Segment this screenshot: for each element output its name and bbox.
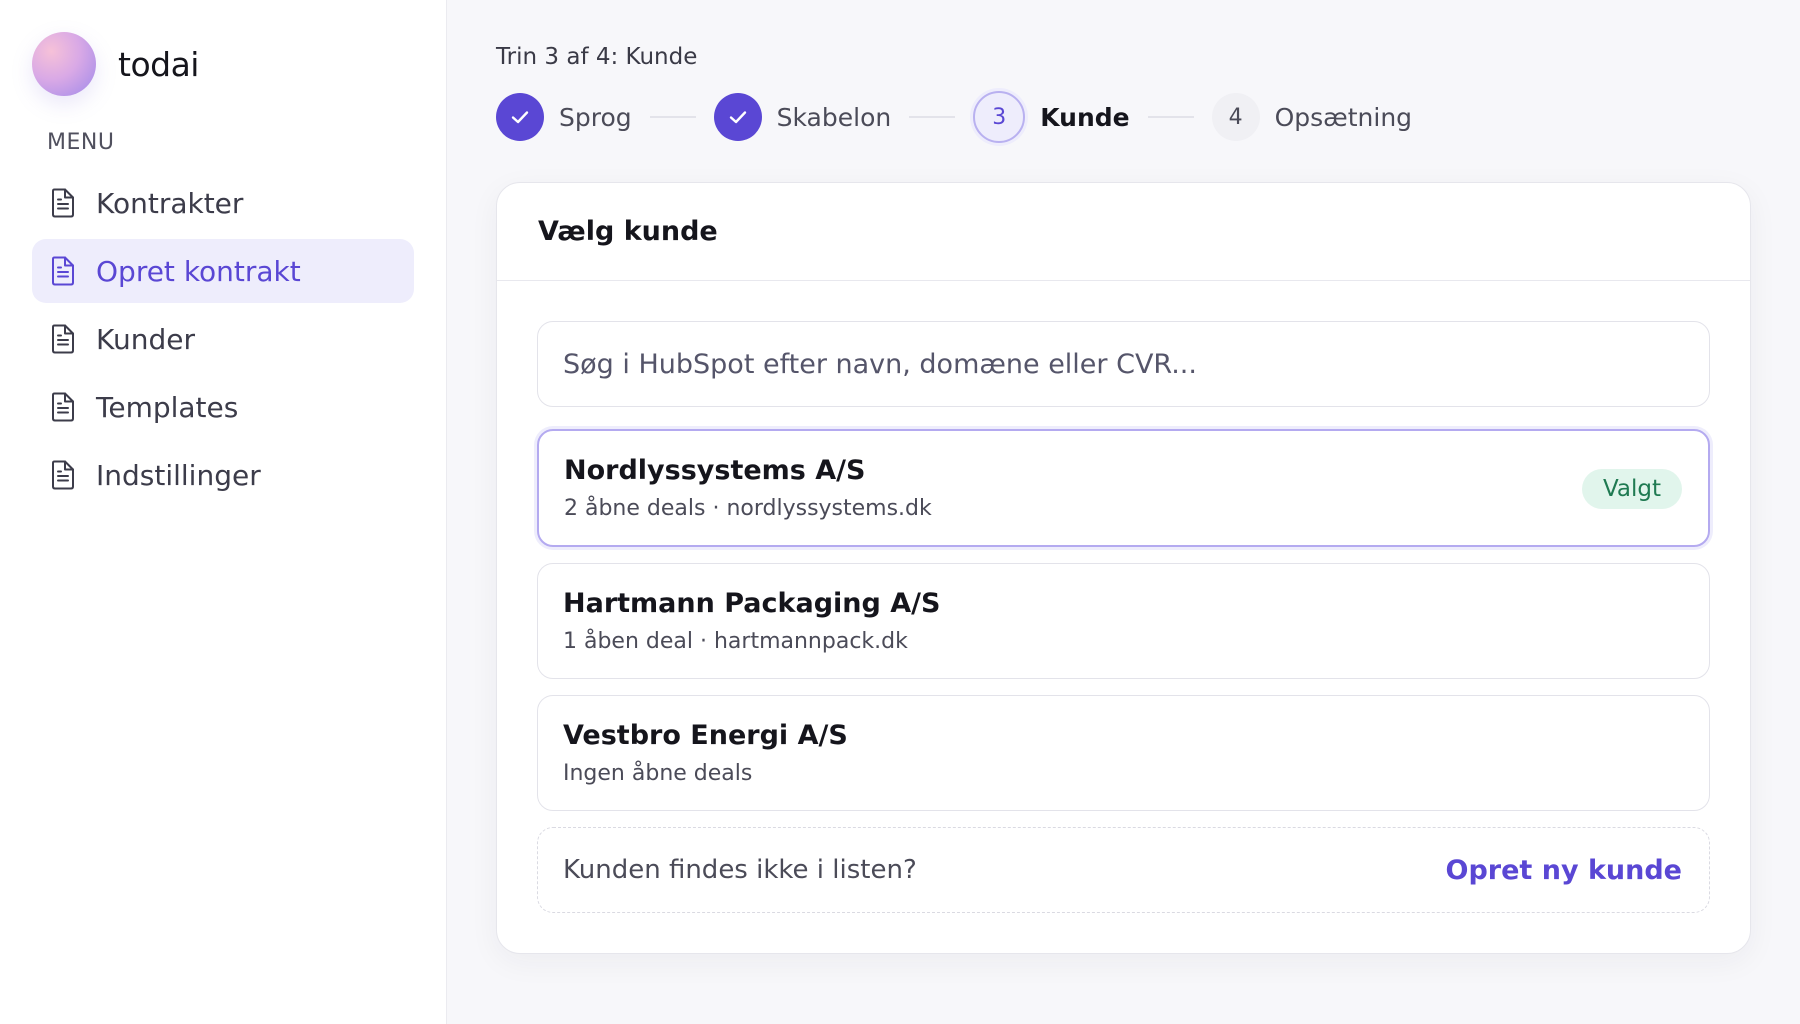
document-icon (50, 256, 76, 286)
select-customer-card: Vælg kunde Nordlyssystems A/S 2 åbne dea… (496, 182, 1751, 954)
selected-badge: Valgt (1581, 469, 1682, 509)
document-icon (50, 392, 76, 422)
step-skabelon[interactable]: Skabelon (713, 93, 892, 141)
step-connector (649, 116, 696, 118)
check-icon (496, 93, 544, 141)
step-connector (1147, 116, 1194, 118)
customer-option-hartmann[interactable]: Hartmann Packaging A/S 1 åben deal · har… (537, 563, 1710, 679)
sidebar-item-templates[interactable]: Templates (32, 375, 414, 439)
sidebar-nav: Kontrakter Opret kontrakt Kunder Templat… (32, 171, 414, 507)
step-connector (909, 116, 956, 118)
card-body: Nordlyssystems A/S 2 åbne deals · nordly… (497, 281, 1750, 953)
sidebar-item-opret-kontrakt[interactable]: Opret kontrakt (32, 239, 414, 303)
sidebar-item-label: Opret kontrakt (96, 254, 301, 288)
document-icon (50, 460, 76, 490)
sidebar-item-label: Indstillinger (96, 458, 261, 492)
step-opsaetning[interactable]: 4 Opsætning (1211, 93, 1413, 141)
step-sprog[interactable]: Sprog (496, 93, 632, 141)
sidebar-item-label: Kontrakter (96, 186, 244, 220)
sidebar: todai MENU Kontrakter Opret kontrakt Kun… (0, 0, 447, 1024)
sidebar-item-kunder[interactable]: Kunder (32, 307, 414, 371)
sidebar-item-kontrakter[interactable]: Kontrakter (32, 171, 414, 235)
menu-label: MENU (47, 130, 115, 155)
not-found-text: Kunden findes ikke i listen? (563, 855, 917, 885)
create-new-customer-link[interactable]: Opret ny kunde (1446, 855, 1682, 886)
sidebar-item-label: Kunder (96, 322, 195, 356)
step-caption: Trin 3 af 4: Kunde (496, 44, 698, 70)
document-icon (50, 324, 76, 354)
step-label: Kunde (1040, 102, 1130, 132)
card-title: Vælg kunde (538, 216, 718, 247)
customer-option-vestbro[interactable]: Vestbro Energi A/S Ingen åbne deals (537, 695, 1710, 811)
main-content: Trin 3 af 4: Kunde Sprog Skabelon 3 Kund… (447, 0, 1800, 1024)
sidebar-item-label: Templates (96, 390, 239, 424)
step-kunde[interactable]: 3 Kunde (973, 91, 1130, 143)
sidebar-item-indstillinger[interactable]: Indstillinger (32, 443, 414, 507)
brand[interactable]: todai (32, 32, 414, 96)
customer-meta: Ingen åbne deals (563, 761, 753, 786)
customer-name: Hartmann Packaging A/S (563, 588, 941, 619)
brand-logo (32, 32, 96, 96)
customer-meta: 2 åbne deals · nordlyssystems.dk (564, 496, 932, 521)
step-label: Skabelon (776, 102, 892, 132)
wizard-stepper: Sprog Skabelon 3 Kunde 4 Opsætning (496, 90, 1752, 144)
document-icon (50, 188, 76, 218)
brand-name: todai (118, 44, 199, 84)
step-label: Opsætning (1274, 102, 1413, 132)
customer-meta: 1 åben deal · hartmannpack.dk (563, 629, 908, 654)
app-root: todai MENU Kontrakter Opret kontrakt Kun… (0, 0, 1800, 1024)
step-label: Sprog (559, 102, 632, 132)
check-icon (713, 93, 762, 141)
customer-name: Nordlyssystems A/S (564, 455, 866, 486)
customer-search-input[interactable] (537, 321, 1710, 407)
customer-not-found-row: Kunden findes ikke i listen? Opret ny ku… (537, 827, 1710, 913)
customer-name: Vestbro Energi A/S (563, 720, 848, 751)
step-number: 3 (973, 91, 1026, 143)
step-number: 4 (1211, 93, 1260, 141)
customer-option-nordlyssystems[interactable]: Nordlyssystems A/S 2 åbne deals · nordly… (537, 429, 1710, 547)
card-header: Vælg kunde (497, 183, 1750, 281)
